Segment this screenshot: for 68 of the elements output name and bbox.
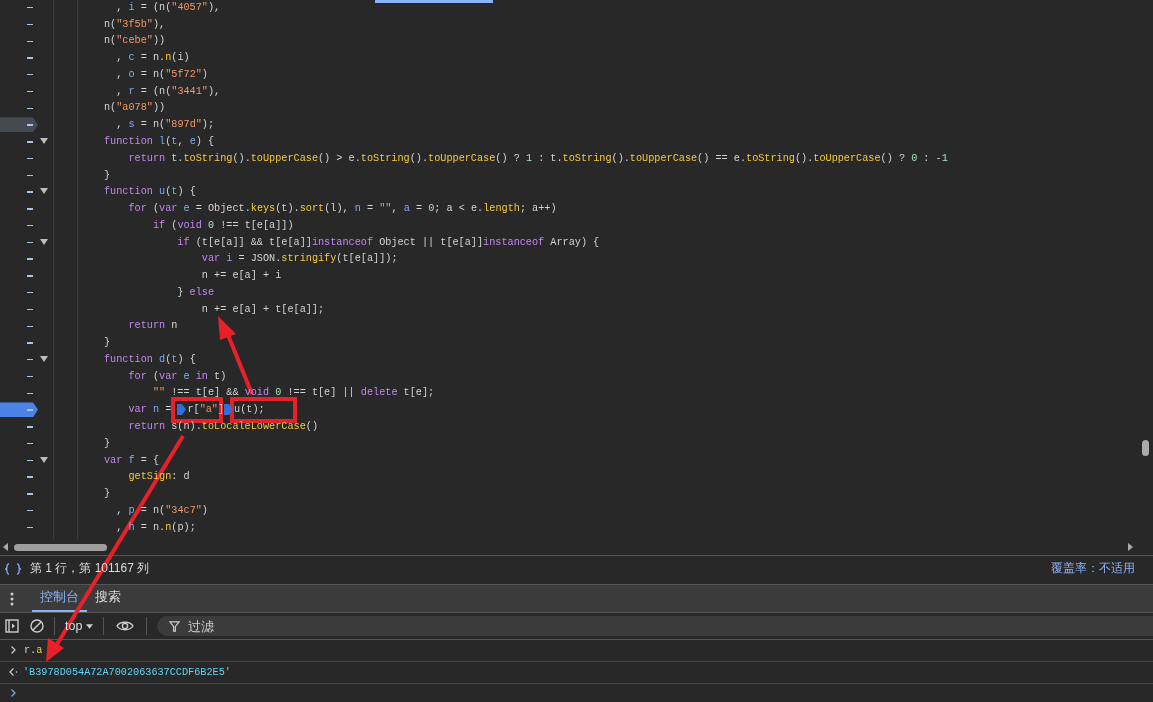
scrollbar-thumb[interactable]	[1142, 440, 1149, 456]
eye-icon[interactable]	[116, 620, 135, 632]
code-line: var i = JSON.stringify(t[e[a]]);	[200, 253, 398, 265]
breakpoint-marker[interactable]	[0, 117, 38, 133]
code-line: } else	[176, 286, 215, 298]
braces-icon[interactable]	[4, 562, 22, 575]
code-line: function u(t) {	[104, 186, 196, 198]
code-line: n("cebe"))	[104, 35, 166, 47]
code-line: , s = n("897d");	[115, 119, 215, 131]
code-line: , i = (n("4057"),	[115, 1, 221, 13]
breakpoint-marker[interactable]	[0, 402, 38, 418]
input-chevron-icon	[11, 646, 16, 655]
code-line: }	[104, 437, 111, 449]
scroll-right-icon[interactable]	[1128, 543, 1133, 552]
gutter-dash	[27, 191, 33, 193]
code-line: var n =	[127, 404, 173, 416]
prompt-chevron-icon[interactable]	[11, 689, 16, 697]
code-line: if (void 0 !== t[e[a]])	[151, 219, 294, 231]
code-line: function d(t) {	[104, 353, 196, 365]
code-line: }	[104, 488, 111, 500]
code-line: "" !== t[e] && void 0 !== t[e] || delete t[e];	[151, 387, 435, 399]
sidebar-icon[interactable]	[5, 619, 19, 633]
code-line: return n	[127, 320, 178, 332]
fold-arrow-icon[interactable]	[40, 138, 48, 145]
gutter-dash	[27, 359, 33, 361]
code-line: if (t[e[a]] && t[e[a]]instanceof Object || t[e[a]]instanceof Array) {	[176, 236, 600, 248]
code-line: return t.toString().toUpperCase() > e.toString().toUpperCase() ? 1 : t.toString().toUpperCase() == e.toString().toUpperCase() ? 0 : -1	[127, 152, 948, 164]
fold-arrow-icon[interactable]	[40, 188, 48, 195]
gutter-dash	[27, 141, 33, 143]
code-line: var f = {	[104, 454, 160, 466]
inline-breakpoint-icon[interactable]	[177, 404, 187, 416]
gutter-dash	[27, 459, 33, 462]
code-line: n("a078"))	[104, 102, 166, 114]
code-line: return s(n).toLocaleLowerCase()	[127, 421, 318, 432]
filter-icon	[169, 620, 181, 632]
caret-icon	[86, 623, 94, 629]
code-line: , o = n("5f72")	[115, 68, 208, 80]
code-line: function l(t, e) {	[104, 136, 215, 147]
code-line: , h = n.n(p);	[115, 521, 196, 533]
code-line: , r = (n("3441"),	[115, 85, 221, 97]
code-line: for (var e in t)	[127, 370, 227, 382]
code-line: for (var e = Object.keys(t).sort(l), n = "", a = 0; a < e.length; a++)	[127, 203, 557, 215]
scrollbar-thumb[interactable]	[14, 543, 107, 551]
clear-icon[interactable]	[30, 619, 44, 633]
code-line: r["a"]	[187, 404, 225, 416]
code-line: u(t);	[234, 404, 265, 416]
code-line: }	[104, 169, 111, 181]
coverage-link[interactable]: 覆盖率：不适用	[1051, 560, 1135, 578]
code-line: n += e[a] + i	[200, 270, 282, 282]
scroll-left-icon[interactable]	[3, 543, 8, 552]
result-arrow-icon	[9, 668, 18, 677]
code-line: , c = n.n(i)	[115, 52, 190, 64]
drawer-tab[interactable]: 搜索	[87, 585, 129, 613]
code-line: n += e[a] + t[e[a]];	[200, 303, 325, 315]
inline-breakpoint-icon[interactable]	[224, 404, 234, 416]
gutter-dash	[27, 241, 33, 244]
console-result: 'B3978D054A72A7002063637CCDF6B2E5'	[23, 667, 231, 678]
console-command: r.a	[24, 645, 43, 656]
fold-arrow-icon[interactable]	[40, 356, 48, 363]
annotation-box	[230, 397, 297, 423]
more-menu-icon[interactable]	[10, 591, 14, 606]
annotation-box	[171, 397, 223, 423]
fold-arrow-icon[interactable]	[40, 456, 48, 463]
code-line: n("3f5b"),	[104, 18, 166, 30]
filter-field[interactable]: 过滤	[157, 616, 1153, 636]
code-line: , p = n("34c7")	[115, 504, 208, 516]
fold-arrow-icon[interactable]	[40, 238, 48, 245]
code-line: }	[104, 337, 111, 349]
